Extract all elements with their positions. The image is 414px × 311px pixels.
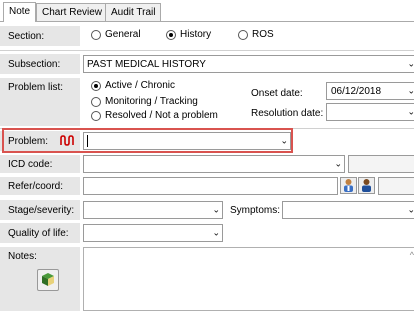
resolution-date-picker[interactable]: ⌄ <box>326 103 414 121</box>
problem-list-option-resolved: Resolved / Not a problem <box>105 110 218 121</box>
radio-circle-icon <box>238 29 248 40</box>
refer-coord-label: Refer/coord: <box>0 177 80 195</box>
chevron-down-icon: ⌄ <box>407 106 414 117</box>
problem-list-label: Problem list: <box>0 78 80 126</box>
section-radio-ros[interactable]: ROS <box>238 29 274 40</box>
icd-code-combo[interactable]: ⌄ <box>83 155 345 173</box>
section-label: Section: <box>0 26 80 46</box>
refer-coord-aux-field[interactable] <box>378 177 414 195</box>
tab-chart-review[interactable]: Chart Review <box>36 3 109 21</box>
subsection-label: Subsection: <box>0 54 80 74</box>
onset-date-label: Onset date: <box>251 88 303 99</box>
chevron-down-icon: ⌄ <box>407 85 414 96</box>
quality-of-life-combo[interactable]: ⌄ <box>83 224 223 242</box>
section-option-ros: ROS <box>252 29 274 40</box>
onset-date-value: 06/12/2018 <box>331 86 382 97</box>
stage-severity-combo[interactable]: ⌄ <box>83 201 223 219</box>
chevron-down-icon: ⌄ <box>212 227 220 238</box>
radio-selected-icon <box>91 80 101 91</box>
radio-circle-icon <box>91 110 101 121</box>
stage-severity-label: Stage/severity: <box>0 200 80 220</box>
tab-divider <box>0 21 414 22</box>
person-lookup-icon[interactable] <box>358 177 375 194</box>
problem-list-option-active: Active / Chronic <box>105 80 176 91</box>
doctor-lookup-icon[interactable] <box>340 177 357 194</box>
section-option-history: History <box>180 29 212 40</box>
notes-book-icon[interactable] <box>37 269 59 291</box>
symptoms-label: Symptoms: <box>230 205 281 216</box>
symptoms-combo[interactable]: ⌄ <box>282 201 414 219</box>
icd-code-aux-field[interactable] <box>348 155 414 173</box>
chevron-down-icon: ⌄ <box>212 204 220 215</box>
radio-selected-icon <box>166 29 176 40</box>
resolution-date-label: Resolution date: <box>251 108 324 119</box>
problem-list-option-monitoring: Monitoring / Tracking <box>105 96 198 107</box>
radio-circle-icon <box>91 29 101 40</box>
section-option-general: General <box>105 29 141 40</box>
section-radio-general[interactable]: General <box>91 29 141 40</box>
chevron-down-icon: ⌄ <box>407 58 414 69</box>
row-separator <box>0 50 414 51</box>
subsection-value: PAST MEDICAL HISTORY <box>87 59 206 70</box>
icd-code-label: ICD code: <box>0 155 80 173</box>
tab-note[interactable]: Note <box>3 2 37 22</box>
problem-list-radio-resolved[interactable]: Resolved / Not a problem <box>91 110 218 121</box>
quality-of-life-label: Quality of life: <box>0 223 80 243</box>
subsection-combo[interactable]: PAST MEDICAL HISTORY ⌄ <box>83 55 414 73</box>
notes-textarea[interactable]: ^ <box>83 247 414 311</box>
scroll-up-icon[interactable]: ^ <box>410 250 414 260</box>
problem-list-radio-monitoring[interactable]: Monitoring / Tracking <box>91 96 198 107</box>
refer-coord-field[interactable] <box>83 177 338 195</box>
radio-circle-icon <box>91 96 101 107</box>
chevron-down-icon: ⌄ <box>407 204 414 215</box>
problem-list-radio-active[interactable]: Active / Chronic <box>91 80 175 91</box>
onset-date-picker[interactable]: 06/12/2018 ⌄ <box>326 82 414 100</box>
problem-highlight-frame <box>2 128 293 153</box>
tab-audit-trail[interactable]: Audit Trail <box>105 3 162 21</box>
section-radio-history[interactable]: History <box>166 29 211 40</box>
chevron-down-icon: ⌄ <box>334 158 342 169</box>
